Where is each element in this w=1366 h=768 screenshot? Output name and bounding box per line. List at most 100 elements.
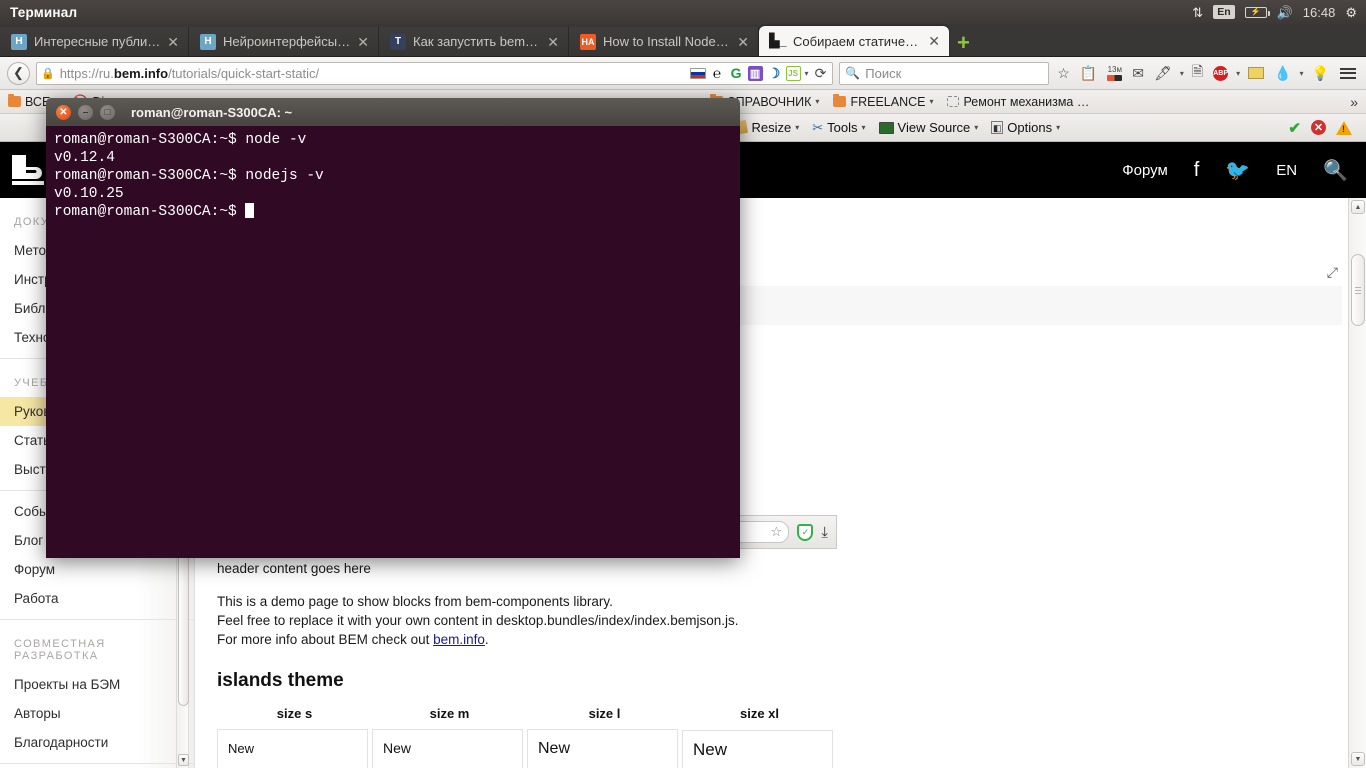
habr-favicon-icon: H xyxy=(200,33,217,50)
terminal-line: v0.10.25 xyxy=(54,186,124,202)
devtool-label: Tools xyxy=(827,120,858,135)
error-icon[interactable]: ✕ xyxy=(1311,120,1326,135)
adblock-icon[interactable]: ABP xyxy=(1211,65,1230,81)
evernote-icon[interactable]: ℮ xyxy=(710,65,725,81)
browser-tab-0[interactable]: H Интересные публи… ✕ xyxy=(0,27,190,56)
browser-tab-1[interactable]: H Нейроинтерфейсы:… ✕ xyxy=(189,27,380,56)
new-tab-button[interactable]: + xyxy=(957,32,970,54)
sidebar-item-projects[interactable]: Проекты на БЭМ xyxy=(0,670,194,699)
chevron-down-icon[interactable]: ▾ xyxy=(805,69,809,78)
scroll-down-button[interactable]: ▼ xyxy=(1351,752,1365,766)
bookmarks-overflow-button[interactable]: » xyxy=(1350,94,1358,110)
chevron-down-icon[interactable]: ▾ xyxy=(1236,69,1240,78)
close-icon[interactable]: ✕ xyxy=(928,34,940,48)
menu-item-new[interactable]: New xyxy=(383,739,512,758)
bem-info-link[interactable]: bem.info xyxy=(433,632,485,647)
url-text: https://ru.bem.info/tutorials/quick-star… xyxy=(59,65,320,81)
chevron-down-icon: ▾ xyxy=(929,97,934,106)
google-icon[interactable]: G xyxy=(729,65,744,81)
close-icon[interactable]: ✕ xyxy=(547,35,559,49)
header-forum-link[interactable]: Форум xyxy=(1122,162,1168,179)
size-column-l: size l New Open Recent xyxy=(527,704,682,768)
sidebar-scroll-down-button[interactable]: ▼ xyxy=(178,754,189,766)
scroll-up-button[interactable]: ▲ xyxy=(1351,200,1365,214)
13m-badge-icon[interactable]: 13м xyxy=(1105,65,1124,81)
minimize-icon[interactable]: – xyxy=(78,104,93,120)
bookmark-remont[interactable]: Ремонт механизма … xyxy=(947,95,1089,109)
language-switch[interactable]: EN xyxy=(1276,162,1297,179)
browser-tab-3[interactable]: HA How to Install Node.… ✕ xyxy=(569,27,760,56)
reader-icon[interactable]: 🗎 xyxy=(1190,61,1205,85)
check-icon[interactable]: ✔ xyxy=(1288,119,1301,137)
battery-charging-icon[interactable]: ⚡ xyxy=(1244,6,1270,18)
browser-tab-4-active[interactable]: ▙_ Собираем статичес… ✕ xyxy=(759,26,950,56)
menu-item-new[interactable]: New xyxy=(538,739,667,758)
moon-icon[interactable]: ☽ xyxy=(767,65,782,81)
mail-icon[interactable]: ✉ xyxy=(1130,65,1146,82)
tab-label: Собираем статичес… xyxy=(793,33,922,49)
js-icon[interactable]: JS xyxy=(785,65,801,81)
reload-icon[interactable]: ⟳ xyxy=(813,65,829,82)
menu-icon[interactable] xyxy=(1337,67,1359,79)
facebook-icon[interactable]: f xyxy=(1194,159,1200,182)
ru-flag-icon[interactable] xyxy=(689,67,706,79)
chevron-down-icon[interactable]: ▾ xyxy=(1180,69,1184,78)
search-box[interactable]: 🔍 Поиск xyxy=(839,61,1050,85)
ruler-icon[interactable] xyxy=(1246,67,1266,79)
terminal-prompt-line: roman@roman-S300CA:~$ xyxy=(54,203,732,221)
unity-window-title: Терминал xyxy=(10,4,78,20)
menu-box-xl[interactable]: New Open Recent xyxy=(682,730,833,768)
devtool-tools[interactable]: ✂ Tools ▾ xyxy=(812,120,865,136)
network-up-down-icon[interactable]: ⇅ xyxy=(1192,6,1203,19)
browser-tab-2[interactable]: T Как запустить bem … ✕ xyxy=(379,27,570,56)
warning-icon[interactable] xyxy=(1336,120,1352,135)
close-icon[interactable]: ✕ xyxy=(167,35,179,49)
demo-text: For more info about BEM check out xyxy=(217,632,434,647)
twitter-icon[interactable]: 🐦 xyxy=(1225,158,1250,183)
back-button[interactable]: ❮ xyxy=(7,61,30,85)
gear-icon[interactable]: ⚙ xyxy=(1345,6,1357,19)
sidebar-item-thanks[interactable]: Благодарности xyxy=(0,728,194,757)
clock[interactable]: 16:48 xyxy=(1303,5,1336,20)
volume-icon[interactable]: 🔊 xyxy=(1277,6,1293,19)
scroll-thumb[interactable] xyxy=(1351,254,1365,326)
close-icon[interactable]: ✕ xyxy=(56,104,71,120)
terminal-title-bar[interactable]: ✕ – □ roman@roman-S300CA: ~ xyxy=(46,98,740,126)
terminal-output[interactable]: roman@roman-S300CA:~$ node -v v0.12.4 ro… xyxy=(46,126,740,558)
chevron-down-icon[interactable]: ▾ xyxy=(1300,69,1304,78)
maximize-icon[interactable]: □ xyxy=(100,104,115,120)
size-columns: size s New Open Recent size m N xyxy=(217,704,837,768)
sidebar-group-title: СОВМЕСТНАЯ РАЗРАБОТКА xyxy=(14,638,106,662)
eyedropper-icon[interactable]: 💧 xyxy=(1272,65,1293,82)
expand-icon[interactable]: ⤢ xyxy=(1327,264,1338,281)
page-scrollbar[interactable]: ▲ ▼ xyxy=(1348,198,1366,768)
terminal-line: v0.12.4 xyxy=(54,150,115,166)
stats-icon[interactable]: ▥ xyxy=(747,65,763,81)
devtool-options[interactable]: ◧ Options ▾ xyxy=(991,120,1060,135)
lightbulb-icon[interactable]: 💡 xyxy=(1310,65,1331,82)
terminal-window[interactable]: ✕ – □ roman@roman-S300CA: ~ roman@roman-… xyxy=(46,98,740,558)
menu-box-m[interactable]: New Open Recent xyxy=(372,729,523,768)
feather-icon[interactable]: 🖋 xyxy=(1152,65,1174,82)
menu-item-new[interactable]: New xyxy=(693,740,822,759)
close-icon[interactable]: ✕ xyxy=(357,35,369,49)
screenshot-page-body: header content goes here This is a demo … xyxy=(217,549,837,768)
search-placeholder: Поиск xyxy=(865,65,902,81)
menu-box-l[interactable]: New Open Recent xyxy=(527,729,678,768)
options-icon: ◧ xyxy=(991,121,1004,134)
sidebar-item-authors[interactable]: Авторы xyxy=(0,699,194,728)
devtool-resize[interactable]: Resize ▾ xyxy=(732,119,799,136)
demo-line-1: This is a demo page to show blocks from … xyxy=(217,594,613,609)
menu-item-new[interactable]: New xyxy=(228,739,357,758)
clipboard-icon[interactable]: 📋 xyxy=(1078,65,1099,82)
address-bar[interactable]: 🔒 https://ru.bem.info/tutorials/quick-st… xyxy=(36,61,834,85)
sidebar-item-forum[interactable]: Форум xyxy=(0,555,194,584)
menu-box-s[interactable]: New Open Recent xyxy=(217,729,368,768)
star-icon[interactable]: ☆ xyxy=(1055,65,1072,82)
search-icon[interactable]: 🔍 xyxy=(1323,158,1348,183)
keyboard-layout-indicator[interactable]: En xyxy=(1213,5,1235,19)
sidebar-item-jobs[interactable]: Работа xyxy=(0,584,194,613)
bookmark-freelance[interactable]: FREELANCE ▾ xyxy=(833,94,934,109)
close-icon[interactable]: ✕ xyxy=(737,35,749,49)
devtool-view-source[interactable]: View Source ▾ xyxy=(878,120,978,135)
